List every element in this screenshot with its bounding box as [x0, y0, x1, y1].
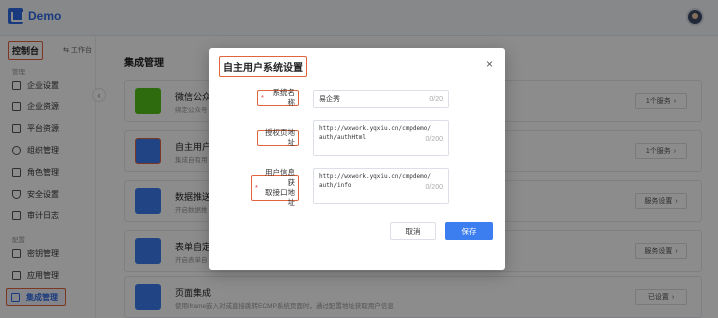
- dialog-title: 自主用户系统设置: [219, 56, 307, 77]
- close-icon[interactable]: ×: [486, 57, 493, 71]
- field-label-text-block: 用户信息获 取接口地址: [260, 168, 295, 208]
- auth-page-url-textarea[interactable]: http://wxwork.yqxiu.cn/cmpdemo/auth/auth…: [313, 120, 449, 156]
- user-info-api-label: * 用户信息获 取接口地址: [251, 168, 299, 207]
- field-value: http://wxwork.yqxiu.cn/cmpdemo/auth/auth…: [319, 125, 431, 141]
- save-button[interactable]: 保存: [445, 222, 493, 240]
- system-name-label: * 系统名称: [257, 88, 299, 107]
- user-info-api-textarea[interactable]: http://wxwork.yqxiu.cn/cmpdemo/auth/info…: [313, 168, 449, 204]
- required-marker: *: [261, 93, 264, 102]
- custom-user-system-dialog: 自主用户系统设置 × * 系统名称 易企秀 0/20 授权页地址 http://w…: [209, 48, 505, 270]
- char-counter: 0/200: [425, 184, 443, 191]
- field-label-line: 用户信息获: [265, 168, 295, 187]
- cancel-button[interactable]: 取消: [390, 222, 436, 240]
- required-marker: *: [255, 183, 258, 192]
- system-name-input[interactable]: 易企秀 0/20: [313, 90, 449, 108]
- field-value: 易企秀: [319, 96, 340, 103]
- char-counter: 0/200: [425, 136, 443, 143]
- field-label-text: 系统名称: [272, 88, 296, 107]
- auth-page-url-label: 授权页地址: [257, 128, 299, 147]
- field-label-line: 取接口地址: [265, 188, 295, 207]
- char-counter: 0/20: [429, 96, 443, 103]
- field-label-text: 授权页地址: [265, 128, 295, 147]
- field-value: http://wxwork.yqxiu.cn/cmpdemo/auth/info: [319, 173, 431, 189]
